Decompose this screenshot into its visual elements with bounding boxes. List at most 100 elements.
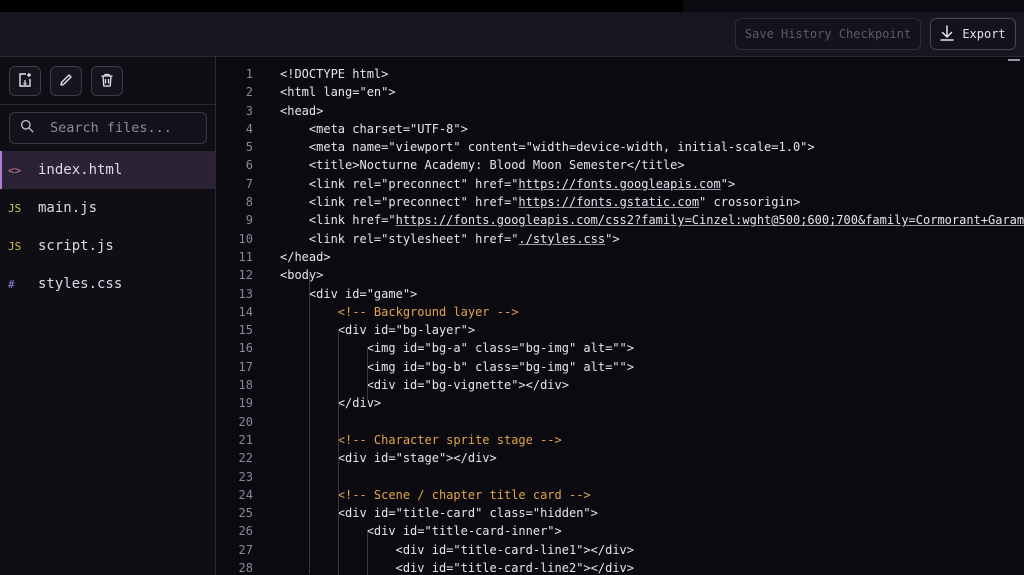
- code-comment: <!-- Background layer -->: [337, 304, 519, 319]
- code-text: <head>: [280, 102, 323, 120]
- export-label: Export: [962, 27, 1006, 41]
- css-file-icon: #: [8, 277, 15, 291]
- file-item-index-html[interactable]: <> index.html: [0, 151, 215, 189]
- code-text: <html lang="en">: [280, 83, 396, 101]
- search-files-input[interactable]: [50, 120, 190, 136]
- pencil-icon: [58, 72, 74, 91]
- code-line: 1 <!DOCTYPE html>: [216, 65, 1024, 83]
- line-number: 10: [238, 231, 253, 246]
- code-text: <title>Nocturne Academy: Blood Moon Seme…: [280, 156, 685, 174]
- code-token: " crossorigin>: [699, 195, 801, 210]
- code-token: <div id="title-card" class="hidden">: [280, 506, 598, 521]
- code-token: <div id="title-card-line2"></div>: [280, 561, 635, 575]
- line-number: 23: [238, 469, 253, 484]
- code-text: <meta charset="UTF-8">: [280, 120, 468, 138]
- js-file-icon: JS: [8, 201, 22, 215]
- file-sidebar: <> index.html JS main.js JS script.js # …: [0, 57, 216, 575]
- code-token: <img id="bg-a" class="bg-img" alt="">: [280, 341, 635, 356]
- new-file-button[interactable]: [9, 66, 41, 96]
- download-arrow-icon: [940, 24, 955, 44]
- code-text: <div id="title-card-line2"></div>: [280, 559, 634, 575]
- line-number: 5: [245, 140, 253, 155]
- code-editor[interactable]: 1 <!DOCTYPE html> 2 <html lang="en"> 3 <head>…: [216, 57, 1024, 575]
- code-line: 12 <body>: [216, 266, 1024, 284]
- line-number: 21: [238, 432, 253, 447]
- line-number: 20: [238, 414, 253, 429]
- code-token: <div id="title-card-line1"></div>: [280, 542, 635, 557]
- code-text: <link href="https://fonts.googleapis.com…: [280, 211, 1024, 229]
- file-search-box[interactable]: [9, 112, 207, 144]
- rename-button[interactable]: [50, 66, 82, 96]
- code-comment: <!-- Character sprite stage -->: [337, 432, 562, 447]
- save-history-checkpoint-button[interactable]: Save History Checkpoint: [735, 18, 921, 50]
- code-line: 7 <link rel="preconnect" href="https://f…: [216, 175, 1024, 193]
- line-number: 3: [245, 103, 253, 118]
- line-number: 25: [238, 506, 253, 521]
- code-text: <div id="title-card-inner">: [280, 522, 562, 540]
- code-text: <div id="title-card" class="hidden">: [280, 504, 598, 522]
- file-item-script-js[interactable]: JS script.js: [0, 227, 215, 265]
- code-text: <link rel="stylesheet" href="./styles.cs…: [280, 230, 620, 248]
- code-text: <!-- Character sprite stage -->: [280, 431, 562, 449]
- code-token: <div id="stage"></div>: [280, 451, 497, 466]
- code-text: <div id="stage"></div>: [280, 449, 497, 467]
- line-number: 7: [245, 176, 253, 191]
- code-token: <link href=": [280, 213, 396, 228]
- code-token: <html lang="en">: [280, 85, 396, 100]
- code-line: 11 </head>: [216, 248, 1024, 266]
- file-name: styles.css: [38, 276, 123, 292]
- delete-button[interactable]: [91, 66, 123, 96]
- code-token: <img id="bg-b" class="bg-img" alt="">: [280, 359, 635, 374]
- code-text: <div id="bg-vignette"></div>: [280, 376, 569, 394]
- line-number: 19: [238, 396, 253, 411]
- line-number: 14: [238, 304, 253, 319]
- code-text: <!-- Background layer -->: [280, 303, 519, 321]
- code-line: 3 <head>: [216, 102, 1024, 120]
- file-name: script.js: [38, 238, 114, 254]
- code-token: ">: [605, 231, 620, 246]
- line-number: 4: [245, 121, 253, 136]
- code-link[interactable]: https://fonts.googleapis.com: [518, 177, 720, 191]
- code-link[interactable]: https://fonts.googleapis.com/css2?family…: [396, 213, 1024, 227]
- code-text: </div>: [280, 394, 381, 412]
- line-number: 13: [238, 286, 253, 301]
- code-token: </div>: [280, 396, 382, 411]
- code-token: <head>: [280, 103, 324, 118]
- code-text: <!DOCTYPE html>: [280, 65, 388, 83]
- indent-guide: [367, 347, 368, 402]
- code-text: <body>: [280, 266, 323, 284]
- file-item-styles-css[interactable]: # styles.css: [0, 265, 215, 303]
- export-button[interactable]: Export: [930, 18, 1016, 50]
- top-toolbar: Save History Checkpoint Export: [0, 12, 1024, 57]
- sidebar-toolbar: [0, 57, 215, 105]
- line-number: 24: [238, 487, 253, 502]
- code-line: 13 <div id="game">: [216, 285, 1024, 303]
- code-token: <title>Nocturne Academy: Blood Moon Seme…: [280, 158, 685, 173]
- code-line: 8 <link rel="preconnect" href="https://f…: [216, 193, 1024, 211]
- code-token: <link rel="preconnect" href=": [280, 176, 519, 191]
- line-number: 6: [245, 158, 253, 173]
- code-link[interactable]: ./styles.css: [518, 232, 605, 246]
- code-text: <!-- Scene / chapter title card -->: [280, 486, 591, 504]
- file-list: <> index.html JS main.js JS script.js # …: [0, 151, 215, 303]
- code-link[interactable]: https://fonts.gstatic.com: [518, 195, 699, 209]
- file-name: index.html: [38, 162, 123, 178]
- line-number: 15: [238, 323, 253, 338]
- line-number: 16: [238, 341, 253, 356]
- code-token: <body>: [280, 268, 324, 283]
- js-file-icon: JS: [8, 239, 22, 253]
- code-token: <div id="game">: [280, 286, 418, 301]
- code-line: 4 <meta charset="UTF-8">: [216, 120, 1024, 138]
- scrollbar-thumb[interactable]: [1008, 59, 1020, 61]
- indent-guide: [338, 329, 339, 575]
- html-file-icon: <>: [8, 163, 22, 177]
- file-item-main-js[interactable]: JS main.js: [0, 189, 215, 227]
- file-name: main.js: [38, 200, 98, 216]
- line-number: 28: [238, 561, 253, 575]
- line-number: 8: [245, 195, 253, 210]
- trash-icon: [99, 72, 115, 91]
- code-token: <meta name="viewport" content="width=dev…: [280, 140, 815, 155]
- code-token: ">: [720, 176, 736, 191]
- code-text: <link rel="preconnect" href="https://fon…: [280, 175, 735, 193]
- code-token: <link rel="preconnect" href=": [280, 195, 519, 210]
